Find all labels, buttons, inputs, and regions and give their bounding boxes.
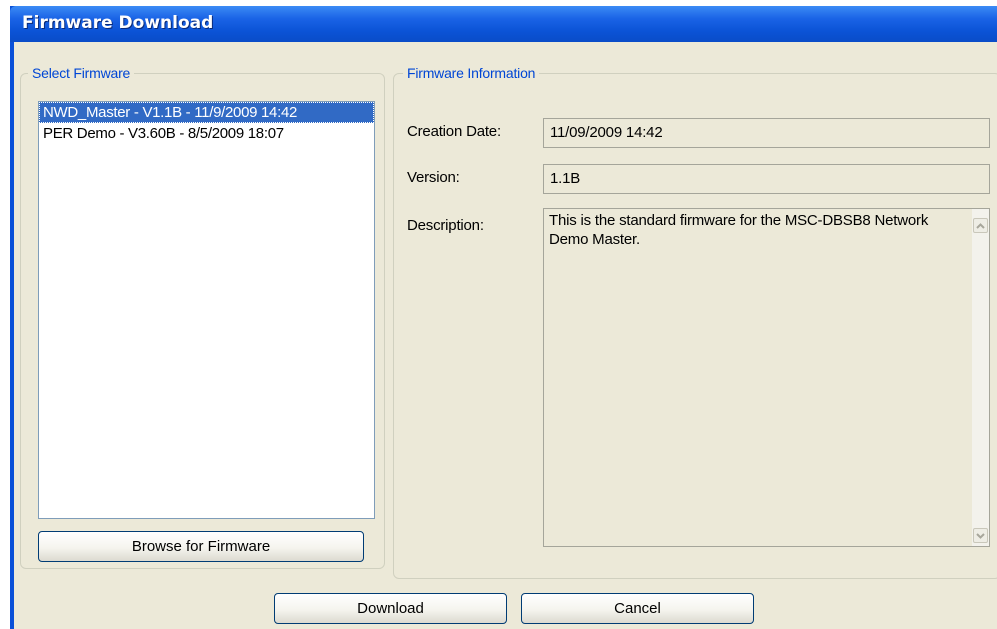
firmware-download-window: Firmware Download Select Firmware NWD_Ma… (10, 6, 997, 629)
browse-for-firmware-button[interactable]: Browse for Firmware (38, 531, 364, 562)
title-bar[interactable]: Firmware Download (10, 6, 997, 42)
download-button[interactable]: Download (274, 593, 507, 624)
browse-for-firmware-label: Browse for Firmware (131, 538, 271, 555)
version-label: Version: (407, 169, 460, 186)
firmware-list-item[interactable]: PER Demo - V3.60B - 8/5/2009 18:07 (39, 123, 374, 144)
description-value: This is the standard firmware for the MS… (549, 212, 929, 248)
cancel-label: Cancel (614, 600, 661, 617)
firmware-information-legend: Firmware Information (403, 65, 540, 81)
creation-date-value: 11/09/2009 14:42 (550, 124, 663, 141)
chevron-up-icon[interactable] (973, 218, 988, 233)
version-field: 1.1B (543, 164, 990, 194)
dialog-body: Select Firmware NWD_Master - V1.1B - 11/… (14, 42, 997, 629)
download-label: Download (357, 600, 424, 617)
description-scrollbar[interactable] (972, 209, 989, 546)
creation-date-field: 11/09/2009 14:42 (543, 118, 990, 148)
cancel-button[interactable]: Cancel (521, 593, 754, 624)
version-value: 1.1B (550, 170, 581, 187)
select-firmware-legend: Select Firmware (28, 65, 135, 81)
firmware-listbox[interactable]: NWD_Master - V1.1B - 11/9/2009 14:42 PER… (38, 101, 375, 519)
description-label: Description: (407, 217, 484, 234)
firmware-list-item[interactable]: NWD_Master - V1.1B - 11/9/2009 14:42 (39, 102, 374, 123)
window-title: Firmware Download (22, 13, 214, 33)
chevron-down-icon[interactable] (973, 528, 988, 543)
creation-date-label: Creation Date: (407, 123, 501, 140)
description-field[interactable]: This is the standard firmware for the MS… (543, 208, 990, 547)
